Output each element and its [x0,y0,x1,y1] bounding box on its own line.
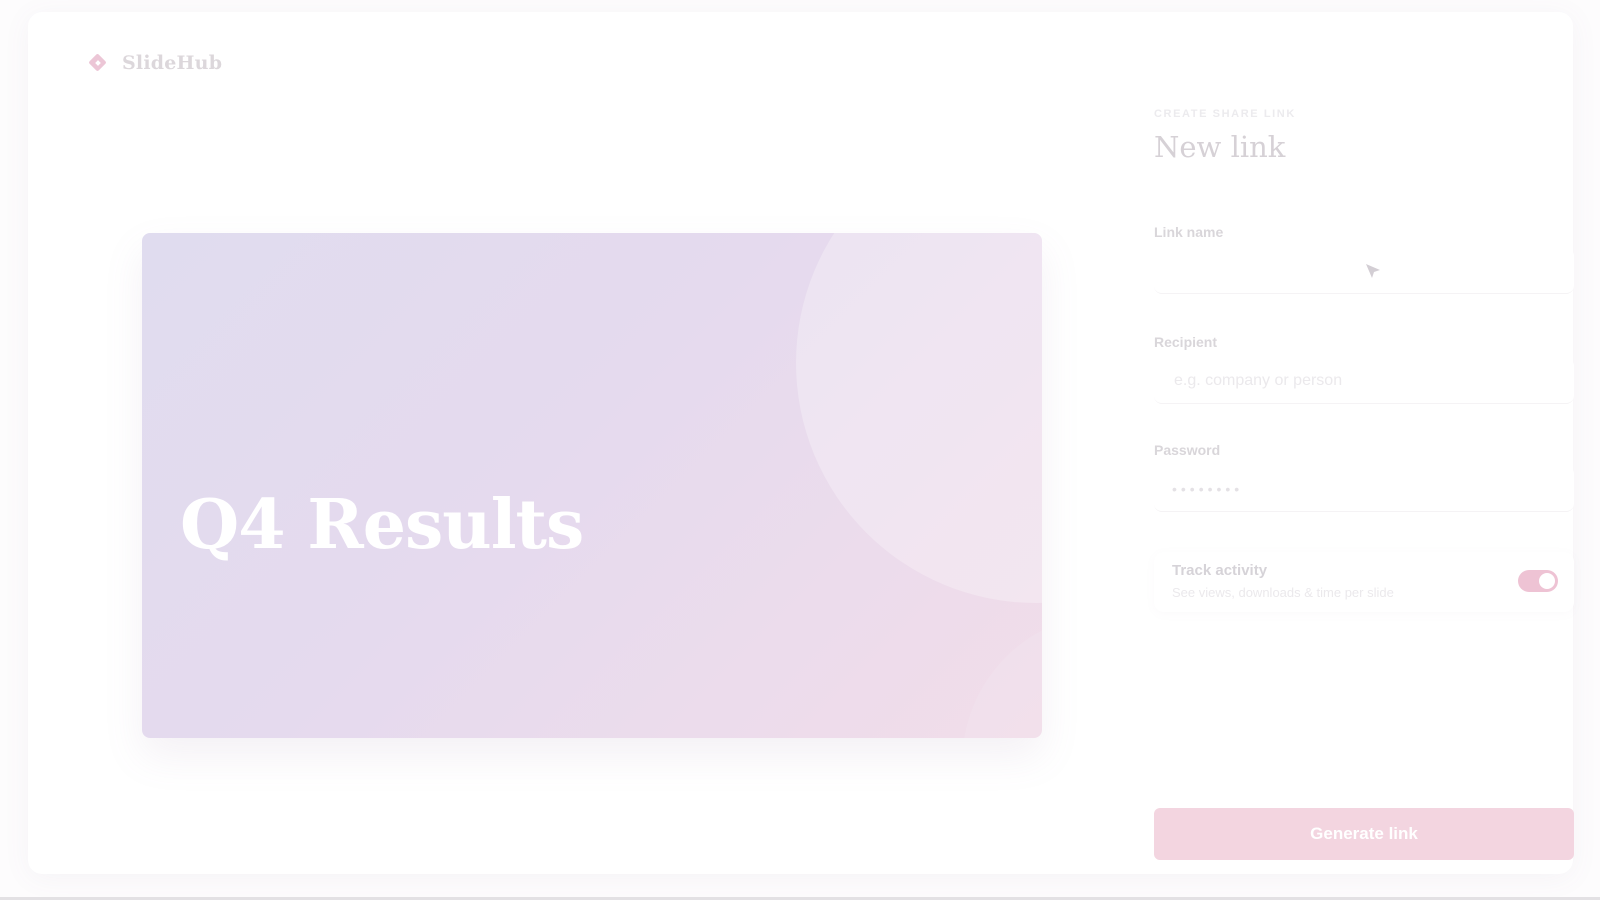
password-label: Password [1154,442,1221,458]
toggle-knob [1539,573,1555,589]
panel-overline: CREATE SHARE LINK [1154,108,1296,120]
password-field[interactable]: •••••••• [1154,466,1574,512]
slide-preview: Q4 Results [142,233,1042,738]
track-activity-card: Track activity See views, downloads & ti… [1154,552,1574,612]
recipient-input[interactable] [1172,370,1556,391]
password-value[interactable]: •••••••• [1172,481,1243,497]
slide-decor-circle-small [962,613,1042,738]
recipient-field[interactable] [1154,358,1574,404]
track-activity-description: See views, downloads & time per slide [1172,585,1394,600]
slide-title: Q4 Results [180,485,584,565]
slide-decor-circle [796,233,1042,603]
share-dialog-window: SlideHub Q4 Results CREATE SHARE LINK Ne… [28,12,1574,874]
share-link-panel: CREATE SHARE LINK New link Link name Rec… [1154,108,1574,860]
mouse-pointer-icon [1366,264,1380,278]
recipient-label: Recipient [1154,334,1218,350]
panel-title: New link [1154,130,1286,164]
track-activity-title: Track activity [1172,562,1268,579]
track-activity-toggle[interactable] [1518,570,1558,592]
generate-link-button[interactable]: Generate link [1154,808,1574,860]
diamond-logo-icon [88,53,108,73]
brand-name: SlideHub [122,52,223,74]
brand: SlideHub [88,52,222,74]
link-name-label: Link name [1154,224,1224,240]
